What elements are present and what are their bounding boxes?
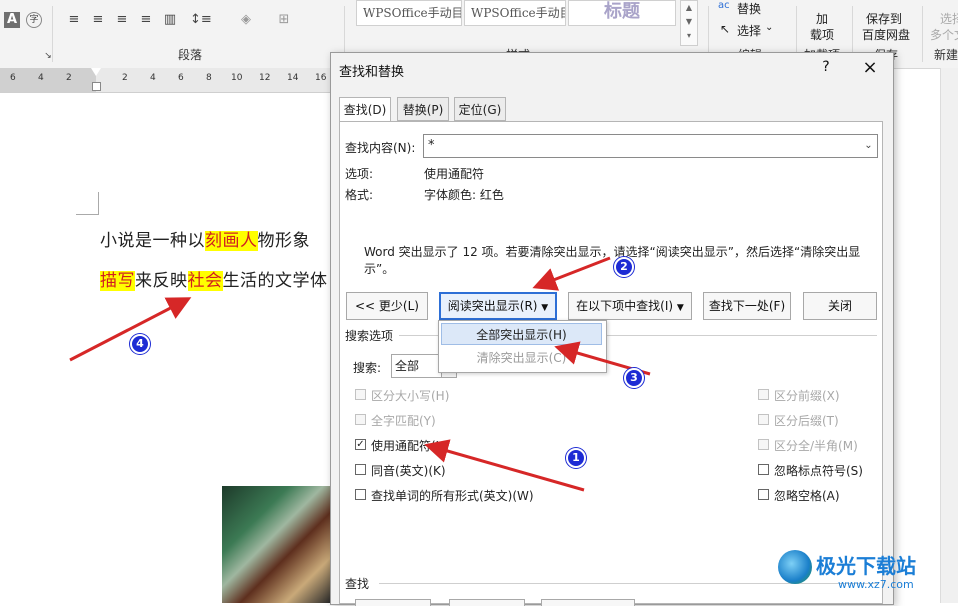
step-badge-1: 1 [566,448,586,468]
step-badge-4: 4 [130,334,150,354]
watermark-text: 极光下载站 [816,554,916,578]
arrow-4 [69,297,192,362]
watermark-logo [778,550,812,584]
arrow-1 [424,439,585,492]
watermark-url: www.xz7.com [838,578,914,591]
watermark: 极光下载站 www.xz7.com [778,546,950,598]
step-badge-2: 2 [614,257,634,277]
arrow-2 [532,256,611,291]
step-badge-3: 3 [624,368,644,388]
annotation-arrows [69,256,651,492]
